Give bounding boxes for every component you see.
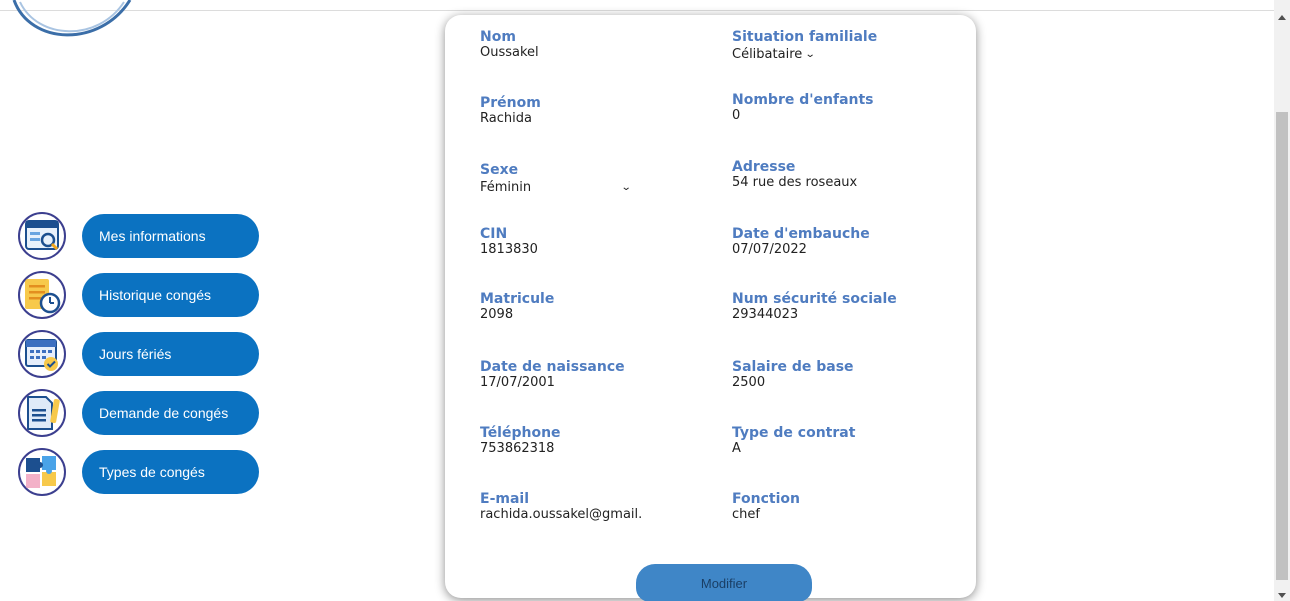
sexe-select[interactable]: Féminin ⌄ (480, 180, 632, 195)
sidebar-item-jours-feries[interactable]: Jours fériés (18, 330, 263, 378)
field-label: Matricule (480, 291, 555, 307)
field-label: Date d'embauche (732, 226, 870, 242)
sidebar-item-historique-conges[interactable]: Historique congés (18, 271, 263, 319)
field-email: E-mail rachida.oussakel@gmail. (480, 491, 643, 523)
field-label: Fonction (732, 491, 800, 507)
field-label: Nombre d'enfants (732, 92, 874, 108)
field-label: Sexe (480, 162, 519, 178)
field-matricule: Matricule 2098 (480, 291, 555, 323)
calendar-check-icon[interactable] (18, 330, 66, 378)
field-label: Téléphone (480, 425, 561, 441)
field-cin: CIN 1813830 (480, 226, 538, 258)
field-prenom: Prénom Rachida (480, 95, 541, 127)
header-divider (0, 10, 1274, 11)
field-value: 753862318 (480, 441, 555, 456)
field-value: Rachida (480, 111, 532, 126)
field-label: Situation familiale (732, 29, 878, 45)
document-pen-icon[interactable] (18, 389, 66, 437)
field-label: Nom (480, 29, 516, 45)
field-nombre-enfants: Nombre d'enfants 0 (732, 92, 874, 124)
field-label: Date de naissance (480, 359, 625, 375)
field-label: Type de contrat (732, 425, 856, 441)
field-label: Prénom (480, 95, 541, 111)
scrollbar-thumb[interactable] (1276, 112, 1288, 580)
field-fonction: Fonction chef (732, 491, 800, 523)
sexe-select-value: Féminin (480, 180, 532, 195)
chevron-down-icon: ⌄ (620, 182, 632, 193)
profile-card: Nom Oussakel Situation familiale Célibat… (445, 15, 976, 601)
field-value: 0 (732, 108, 741, 123)
field-label: Num sécurité sociale (732, 291, 897, 307)
sidebar-item-label[interactable]: Types de congés (82, 450, 259, 494)
field-value: 29344023 (732, 307, 799, 322)
field-label: Salaire de base (732, 359, 854, 375)
sidebar-item-label[interactable]: Jours fériés (82, 332, 259, 376)
field-value: chef (732, 507, 760, 522)
field-salaire-base: Salaire de base 2500 (732, 359, 854, 391)
sidebar-item-demande-conges[interactable]: Demande de congés (18, 389, 263, 437)
field-value: 1813830 (480, 242, 538, 257)
field-num-securite-sociale: Num sécurité sociale 29344023 (732, 291, 897, 323)
logo (0, 0, 140, 50)
field-sexe: Sexe Féminin ⌄ (480, 162, 632, 196)
field-value: A (732, 441, 741, 456)
sidebar-nav: Mes informations Historique congés Jours… (18, 212, 263, 507)
sidebar-item-types-conges[interactable]: Types de congés (18, 448, 263, 496)
puzzle-icon[interactable] (18, 448, 66, 496)
scrollbar[interactable] (1274, 0, 1290, 601)
field-nom: Nom Oussakel (480, 29, 539, 61)
field-value: Oussakel (480, 45, 539, 60)
chevron-down-icon: ⌄ (804, 49, 816, 60)
field-telephone: Téléphone 753862318 (480, 425, 561, 457)
field-value: 2098 (480, 307, 514, 322)
scroll-up-arrow-icon[interactable] (1278, 15, 1286, 20)
sidebar-item-label[interactable]: Historique congés (82, 273, 259, 317)
sidebar-item-label[interactable]: Mes informations (82, 214, 259, 258)
notes-clock-icon[interactable] (18, 271, 66, 319)
situation-select-value: Célibataire (732, 47, 803, 62)
field-label: E-mail (480, 491, 530, 507)
field-situation-familiale: Situation familiale Célibataire ⌄ (732, 30, 877, 63)
sidebar-item-mes-informations[interactable]: Mes informations (18, 212, 263, 260)
situation-select[interactable]: Célibataire ⌄ (732, 47, 816, 62)
field-date-embauche: Date d'embauche 07/07/2022 (732, 226, 870, 258)
field-label: Adresse (732, 159, 796, 175)
field-date-naissance: Date de naissance 17/07/2001 (480, 359, 625, 391)
modifier-button[interactable]: Modifier (636, 564, 812, 601)
scroll-down-arrow-icon[interactable] (1278, 593, 1286, 598)
field-adresse: Adresse 54 rue des roseaux (732, 159, 858, 191)
field-value: 54 rue des roseaux (732, 175, 858, 190)
field-value: 2500 (732, 375, 766, 390)
field-type-contrat: Type de contrat A (732, 425, 856, 457)
field-label: CIN (480, 226, 508, 242)
field-value: 07/07/2022 (732, 242, 807, 257)
sidebar-item-label[interactable]: Demande de congés (82, 391, 259, 435)
profile-window-icon[interactable] (18, 212, 66, 260)
field-value: rachida.oussakel@gmail. (480, 507, 643, 522)
field-value: 17/07/2001 (480, 375, 555, 390)
